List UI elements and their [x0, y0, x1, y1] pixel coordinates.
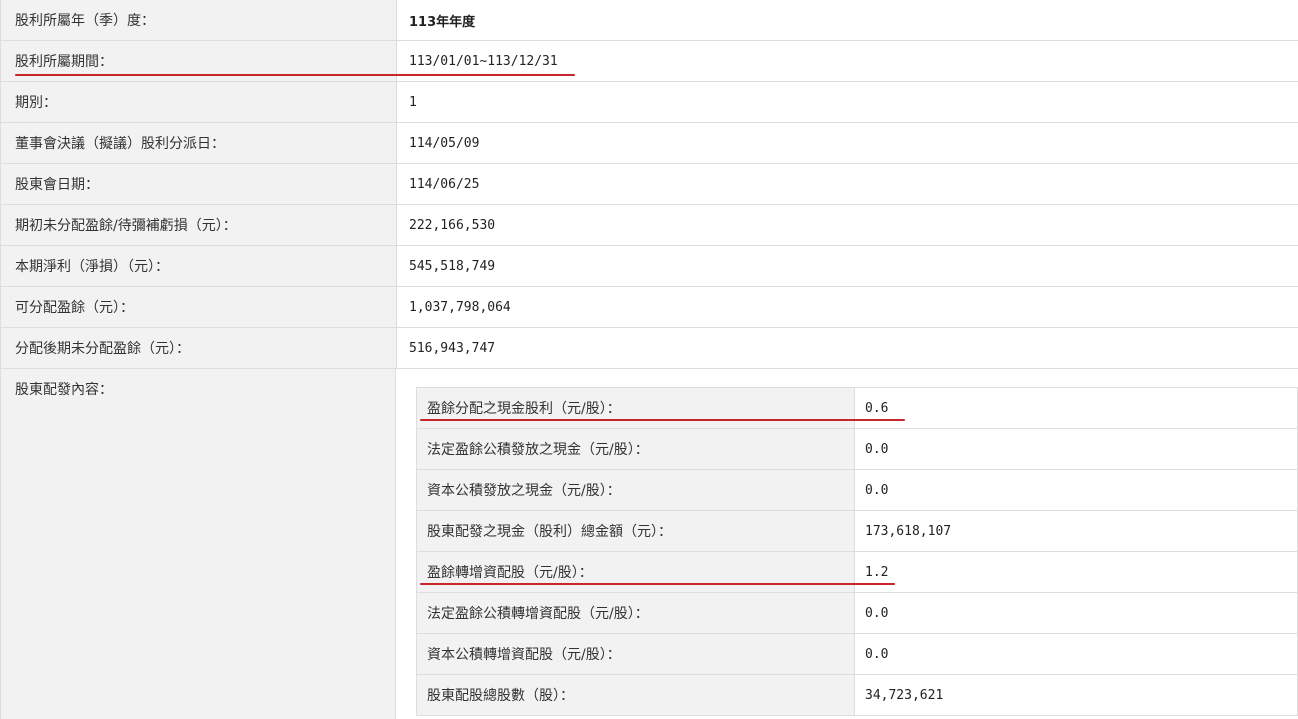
dividend-table: 股利所屬年（季）度： 113年年度 股利所屬期間： 113/01/01~113/…	[0, 0, 1298, 719]
row-opening-retained-earnings: 期初未分配盈餘/待彌補虧損（元）： 222,166,530	[1, 205, 1298, 246]
distribution-value: 0.0	[865, 482, 889, 498]
row-remaining-earnings: 分配後期未分配盈餘（元）： 516,943,747	[1, 328, 1298, 369]
row-shareholder-meeting-date: 股東會日期： 114/06/25	[1, 164, 1298, 205]
distribution-row-capital-reserve-stock: 資本公積轉增資配股（元/股）： 0.0	[417, 634, 1297, 675]
row-net-income: 本期淨利（淨損）（元）： 545,518,749	[1, 246, 1298, 287]
distribution-row-stock-dividend: 盈餘轉增資配股（元/股）： 1.2	[417, 552, 1297, 593]
row-label: 股東配發內容：	[1, 369, 396, 719]
distribution-row-cash-dividend: 盈餘分配之現金股利（元/股）： 0.6	[417, 388, 1297, 429]
distribution-row-legal-reserve-cash: 法定盈餘公積發放之現金（元/股）： 0.0	[417, 429, 1297, 470]
row-value: 222,166,530	[409, 217, 496, 233]
distribution-label: 法定盈餘公積轉增資配股（元/股）：	[417, 593, 855, 633]
distribution-label: 法定盈餘公積發放之現金（元/股）：	[417, 429, 855, 469]
row-period-number: 期別： 1	[1, 82, 1298, 123]
row-label: 本期淨利（淨損）（元）：	[1, 246, 397, 286]
distribution-value: 0.0	[865, 441, 889, 457]
distribution-value: 0.0	[865, 646, 889, 662]
row-value: 545,518,749	[409, 258, 496, 274]
distribution-label: 資本公積發放之現金（元/股）：	[417, 470, 855, 510]
distribution-value: 0.0	[865, 605, 889, 621]
distribution-label: 股東配股總股數（股）：	[417, 675, 855, 715]
row-value: 114/06/25	[409, 176, 480, 192]
row-dividend-year: 股利所屬年（季）度： 113年年度	[1, 0, 1298, 41]
row-value: 516,943,747	[409, 340, 496, 356]
row-label: 董事會決議（擬議）股利分派日：	[1, 123, 397, 163]
row-value: 114/05/09	[409, 135, 480, 151]
row-label: 分配後期未分配盈餘（元）：	[1, 328, 397, 368]
distribution-value: 1.2	[865, 564, 889, 580]
distribution-row-total-shares: 股東配股總股數（股）： 34,723,621	[417, 675, 1297, 716]
distribution-value: 34,723,621	[865, 687, 944, 703]
distribution-row-total-cash: 股東配發之現金（股利）總金額（元）： 173,618,107	[417, 511, 1297, 552]
distribution-row-capital-reserve-cash: 資本公積發放之現金（元/股）： 0.0	[417, 470, 1297, 511]
distribution-label: 資本公積轉增資配股（元/股）：	[417, 634, 855, 674]
distribution-cell: 盈餘分配之現金股利（元/股）： 0.6 法定盈餘公積發放之現金（元/股）： 0.…	[396, 369, 1298, 719]
row-label: 可分配盈餘（元）：	[1, 287, 397, 327]
row-label: 期初未分配盈餘/待彌補虧損（元）：	[1, 205, 397, 245]
distribution-label: 股東配發之現金（股利）總金額（元）：	[417, 511, 855, 551]
distribution-label: 盈餘轉增資配股（元/股）：	[417, 552, 855, 592]
row-board-date: 董事會決議（擬議）股利分派日： 114/05/09	[1, 123, 1298, 164]
distribution-row-legal-reserve-stock: 法定盈餘公積轉增資配股（元/股）： 0.0	[417, 593, 1297, 634]
highlight-underline	[15, 74, 575, 76]
distribution-value: 173,618,107	[865, 523, 952, 539]
row-distribution-content: 股東配發內容： 盈餘分配之現金股利（元/股）： 0.6 法定盈餘公積發放之現金（…	[1, 369, 1298, 719]
row-distributable-earnings: 可分配盈餘（元）： 1,037,798,064	[1, 287, 1298, 328]
row-value: 113年年度	[409, 14, 476, 30]
row-label: 股東會日期：	[1, 164, 397, 204]
distribution-label: 盈餘分配之現金股利（元/股）：	[417, 388, 855, 428]
row-value: 1	[409, 94, 417, 110]
row-value: 1,037,798,064	[409, 299, 511, 315]
row-dividend-period: 股利所屬期間： 113/01/01~113/12/31	[1, 41, 1298, 82]
highlight-underline	[420, 583, 895, 585]
row-label: 期別：	[1, 82, 397, 122]
row-label: 股利所屬年（季）度：	[1, 0, 397, 40]
distribution-value: 0.6	[865, 400, 889, 416]
highlight-underline	[420, 419, 905, 421]
distribution-table: 盈餘分配之現金股利（元/股）： 0.6 法定盈餘公積發放之現金（元/股）： 0.…	[416, 387, 1298, 716]
